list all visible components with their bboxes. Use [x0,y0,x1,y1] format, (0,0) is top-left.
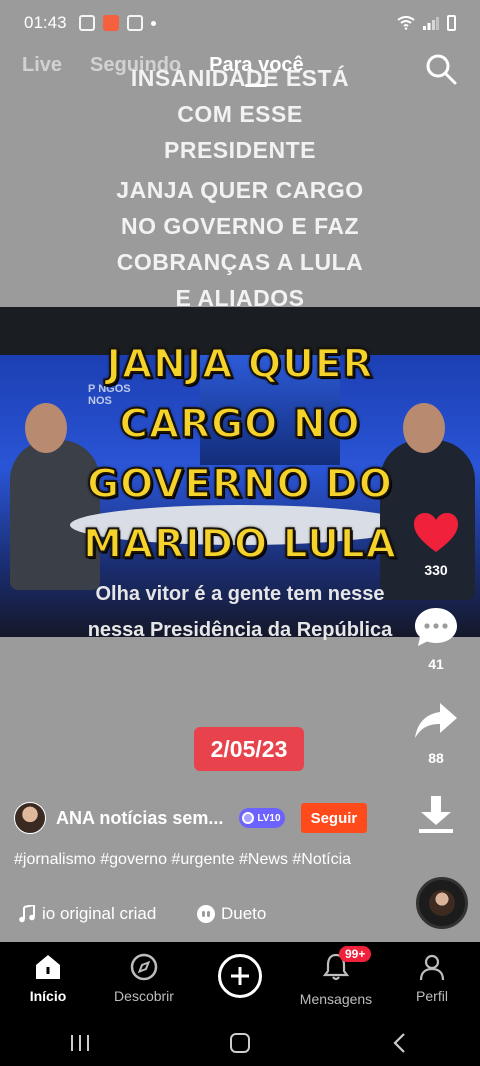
level-badge-label: LV10 [257,812,281,824]
create-button[interactable] [218,954,262,998]
share-icon [415,703,457,738]
caption-line: GOVERNO DO [86,461,393,508]
video-subtitle: Olha vitor é a gente tem nesse nessa Pre… [40,576,440,648]
home-system-button[interactable] [220,1028,260,1058]
nav-profile-label: Perfil [416,988,448,1004]
nav-messages-label: Mensagens [299,991,373,1007]
status-system-icons [397,15,456,31]
date-badge: 2/05/23 [194,727,304,771]
sound-row[interactable]: io original criad Dueto [18,904,266,924]
author-avatar[interactable] [14,802,46,834]
share-count: 88 [428,750,444,766]
like-count: 330 [424,562,448,578]
screenshot-icon [78,15,95,31]
caption-line: CARGO NO [118,401,361,448]
home-icon [36,955,60,979]
nav-discover-label: Descobrir [114,988,174,1004]
level-badge: LV10 [239,808,285,828]
wifi-icon [397,16,415,30]
like-button[interactable]: 330 [413,512,459,578]
comment-count: 41 [428,656,444,672]
subtitle-line: nessa Presidência da República [87,619,393,641]
subtitle-line: Olha vitor é a gente tem nesse [95,583,385,605]
headline-line: COM ESSE [177,101,303,127]
compass-icon [130,953,158,981]
status-notification-icons [78,15,156,31]
video-headline-text: INSANIDADE ESTÁ COM ESSE PRESIDENTE JANJ… [0,60,480,316]
heart-icon [414,513,458,552]
home-square-icon [230,1033,250,1053]
feed-tabs: Live Seguindo Para você [22,54,304,77]
bottom-navigation: Início Descobrir 99+ Mensagens Perfil [0,942,480,1020]
duet-icon [197,905,215,923]
messages-badge: 99+ [339,946,372,962]
back-button[interactable] [380,1028,420,1058]
nav-home-label: Início [29,988,67,1004]
more-notifications-dot-icon [150,20,156,26]
nav-create[interactable] [195,952,285,998]
search-icon[interactable] [424,52,458,86]
profile-icon [419,954,445,981]
headline-line: PRESIDENTE [164,137,316,163]
headline-line: NO GOVERNO E FAZ [120,213,360,239]
nav-discover[interactable]: Descobrir [99,952,189,1004]
share-button[interactable]: 88 [413,700,459,766]
app-notification-icon [102,15,119,31]
download-button[interactable] [413,794,459,836]
battery-icon [447,15,456,31]
author-row: ANA notícias sem... LV10 Seguir [14,802,368,834]
music-note-icon [19,905,35,923]
hashtags[interactable]: #jornalismo #governo #urgente #News #Not… [14,849,374,871]
tab-live[interactable]: Live [22,54,62,77]
recent-apps-icon [71,1035,89,1051]
nav-home[interactable]: Início [3,952,93,1004]
screen-record-icon [126,15,143,31]
duet-label[interactable]: Dueto [221,904,266,924]
video-feed-screen[interactable]: 01:43 INSANIDADE ESTÁ COM ESSE PRESIDENT… [0,0,480,942]
nav-messages[interactable]: 99+ Mensagens [291,946,381,1007]
sound-avatar-image [429,890,455,916]
level-badge-icon [242,812,255,824]
status-bar: 01:43 [0,0,480,46]
back-chevron-icon [393,1033,405,1053]
signal-icon [423,17,439,30]
author-name[interactable]: ANA notícias sem... [56,808,223,829]
follow-button[interactable]: Seguir [300,803,368,833]
headline-line: JANJA QUER CARGO [116,177,364,203]
comment-button[interactable]: 41 [413,606,459,672]
nav-profile[interactable]: Perfil [387,952,477,1004]
download-icon [419,796,453,833]
system-navigation-bar [0,1020,480,1066]
tab-following[interactable]: Seguindo [90,54,181,77]
caption-line: JANJA QUER [105,341,374,388]
status-time: 01:43 [24,13,67,32]
action-column: 330 41 88 [406,512,466,864]
comment-icon [415,608,457,646]
headline-line: COBRANÇAS A LULA [116,249,364,275]
sound-avatar-disc[interactable] [416,877,468,929]
tab-for-you[interactable]: Para você [209,54,304,77]
plus-icon [231,967,249,985]
recent-apps-button[interactable] [60,1028,100,1058]
sound-name: io original criad [42,904,157,923]
